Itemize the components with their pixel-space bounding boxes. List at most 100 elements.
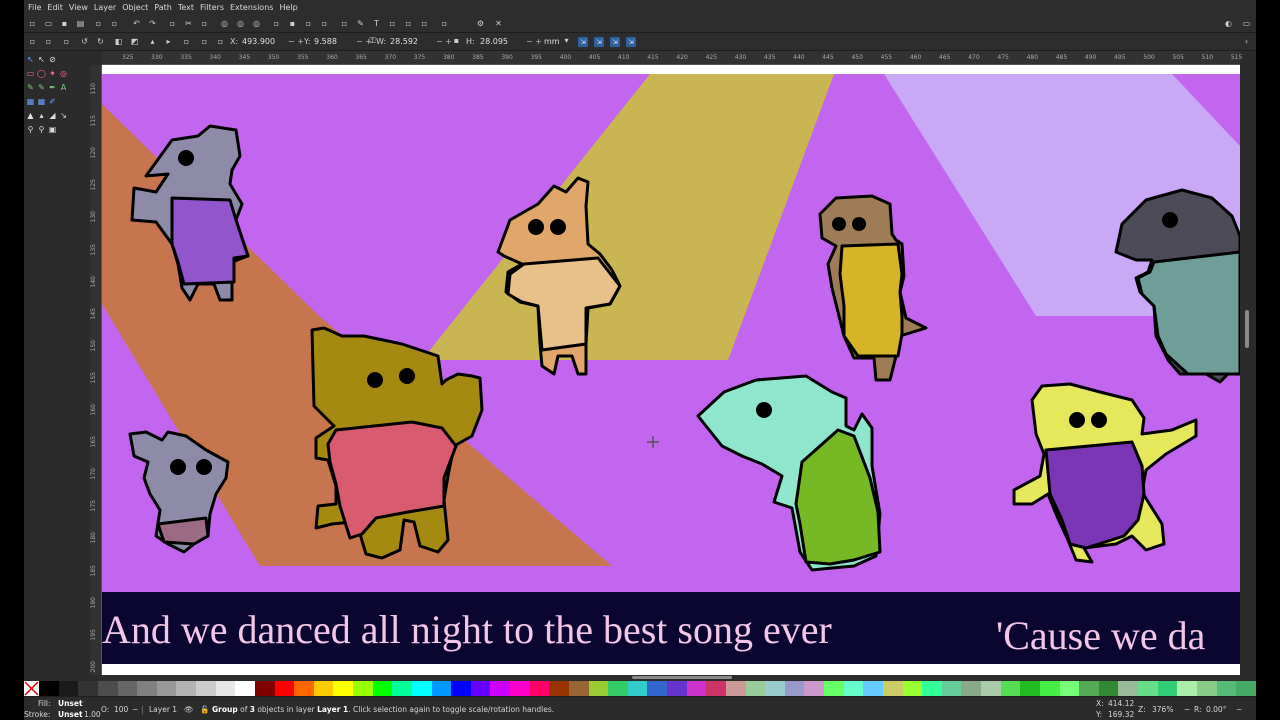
redo-icon[interactable]: ↷ — [148, 19, 157, 28]
palette-swatch[interactable] — [549, 681, 569, 696]
align-distribute-icon[interactable]: ▫ — [420, 19, 429, 28]
export-icon[interactable]: ▫ — [110, 19, 119, 28]
tools-icon[interactable]: ✕ — [494, 19, 503, 28]
menu-path[interactable]: Path — [154, 0, 172, 15]
lock-icon[interactable]: ▪ — [452, 36, 461, 45]
fill-stroke-icon[interactable]: ✎ — [356, 19, 365, 28]
scale-stroke-toggle-icon[interactable]: ⇲ — [578, 37, 588, 47]
stroke-width[interactable]: 1.00 — [84, 710, 101, 720]
palette-swatch[interactable] — [353, 681, 373, 696]
x-stepper[interactable]: − + — [288, 36, 304, 48]
palette-swatch[interactable] — [274, 681, 295, 696]
chevron-down-icon[interactable]: ▾ — [562, 36, 571, 45]
rotate-ccw-icon[interactable]: ↺ — [80, 37, 89, 46]
select-all-icon[interactable]: ▫ — [28, 37, 37, 46]
scale-corners-toggle-icon[interactable]: ⇲ — [594, 37, 604, 47]
scene-artwork[interactable] — [102, 74, 1240, 602]
connector-tool-icon[interactable]: ↘ — [59, 111, 68, 120]
raise-to-top-icon[interactable]: ▴ — [148, 37, 157, 46]
y-input[interactable]: 9.588 — [314, 36, 337, 48]
rotation-stepper[interactable]: − — [1236, 705, 1242, 715]
palette-swatch[interactable] — [627, 681, 648, 696]
palette-swatch[interactable] — [686, 681, 707, 696]
menu-extensions[interactable]: Extensions — [230, 0, 273, 15]
dropper-tool-icon[interactable]: ✐ — [48, 97, 57, 106]
palette-swatch[interactable] — [470, 681, 491, 696]
palette-swatch[interactable] — [843, 681, 864, 696]
palette-swatch[interactable] — [254, 681, 275, 696]
palette-swatch[interactable] — [981, 681, 1001, 696]
lock-icon[interactable]: 🔓 — [200, 705, 209, 715]
palette-swatch[interactable] — [529, 681, 550, 696]
menu-filters[interactable]: Filters — [200, 0, 224, 15]
palette-swatch[interactable] — [372, 681, 393, 696]
palette-swatch[interactable] — [1039, 681, 1060, 696]
menu-help[interactable]: Help — [279, 0, 297, 15]
palette-swatch[interactable] — [235, 681, 255, 696]
palette-swatch[interactable] — [1118, 681, 1138, 696]
palette-swatch[interactable] — [1138, 681, 1158, 696]
palette-swatch[interactable] — [804, 681, 824, 696]
ellipse-tool-icon[interactable]: ◯ — [37, 69, 46, 78]
pencil-tool-icon[interactable]: ✎ — [37, 83, 46, 92]
spray-tool-icon[interactable]: ▴ — [37, 111, 46, 120]
current-layer-select[interactable]: Layer 1 — [149, 705, 177, 715]
save-document-icon[interactable]: ▪ — [60, 19, 69, 28]
selector-tool-icon[interactable]: ↖ — [26, 55, 35, 64]
no-paint-swatch[interactable] — [24, 681, 39, 696]
group-icon[interactable]: ▫ — [320, 19, 329, 28]
palette-swatch[interactable] — [882, 681, 903, 696]
fill-indicator[interactable]: Unset — [58, 699, 83, 709]
xml-editor-icon[interactable]: ▫ — [404, 19, 413, 28]
h-input[interactable]: 28.095 — [480, 36, 508, 48]
lower-icon[interactable]: ▫ — [182, 37, 191, 46]
palette-swatch[interactable] — [411, 681, 432, 696]
text-tool-icon[interactable]: A — [59, 83, 68, 92]
canvas[interactable]: And we danced all night to the best song… — [102, 65, 1240, 675]
measure-tool-icon[interactable]: ⚲ — [37, 125, 46, 134]
rotate-cw-icon[interactable]: ↻ — [96, 37, 105, 46]
palette-swatch[interactable] — [176, 681, 196, 696]
raise-icon[interactable]: ▸ — [164, 37, 173, 46]
stroke-indicator[interactable]: Unset — [58, 710, 83, 720]
flip-vertical-icon[interactable]: ◩ — [130, 37, 139, 46]
palette-swatch[interactable] — [58, 681, 79, 696]
palette-swatch[interactable] — [1236, 681, 1256, 696]
palette-swatch[interactable] — [78, 681, 98, 696]
palette-swatch[interactable] — [745, 681, 766, 696]
document-properties-icon[interactable]: ▫ — [440, 19, 449, 28]
palette-swatch[interactable] — [706, 681, 726, 696]
palette-swatch[interactable] — [1216, 681, 1237, 696]
lower-to-bottom-icon[interactable]: ▫ — [200, 37, 209, 46]
pages-tool-icon[interactable]: ▣ — [48, 125, 57, 134]
transform-gradients-toggle-icon[interactable]: ⇲ — [610, 37, 620, 47]
new-document-icon[interactable]: ▫ — [28, 19, 37, 28]
palette-swatch[interactable] — [294, 681, 314, 696]
palette-swatch[interactable] — [1157, 681, 1178, 696]
vertical-scrollbar-thumb[interactable] — [1245, 310, 1249, 348]
palette-swatch[interactable] — [1079, 681, 1099, 696]
palette-swatch[interactable] — [392, 681, 412, 696]
unlink-clone-icon[interactable]: ▫ — [304, 19, 313, 28]
palette-swatch[interactable] — [1177, 681, 1197, 696]
text-font-icon[interactable]: T — [372, 19, 381, 28]
rotation-input[interactable]: 0.00° — [1206, 705, 1226, 715]
menu-file[interactable]: File — [28, 0, 41, 15]
palette-swatch[interactable] — [196, 681, 216, 696]
star-tool-icon[interactable]: ✦ — [48, 69, 57, 78]
select-all-layers-icon[interactable]: ▫ — [44, 37, 53, 46]
preferences-icon[interactable]: ⚙ — [476, 19, 485, 28]
zoom-tool-icon[interactable]: ⚲ — [26, 125, 35, 134]
paste-icon[interactable]: ▫ — [200, 19, 209, 28]
zoom-page-icon[interactable]: ◎ — [252, 19, 261, 28]
cut-icon[interactable]: ✂ — [184, 19, 193, 28]
transform-patterns-toggle-icon[interactable]: ⇲ — [626, 37, 636, 47]
palette-swatch[interactable] — [1000, 681, 1021, 696]
menu-edit[interactable]: Edit — [47, 0, 63, 15]
palette-swatch[interactable] — [961, 681, 981, 696]
palette-swatch[interactable] — [765, 681, 785, 696]
zoom-stepper[interactable]: − — [1184, 705, 1190, 715]
palette-swatch[interactable] — [588, 681, 609, 696]
eraser-tool-icon[interactable]: ◢ — [48, 111, 57, 120]
palette-swatch[interactable] — [784, 681, 805, 696]
